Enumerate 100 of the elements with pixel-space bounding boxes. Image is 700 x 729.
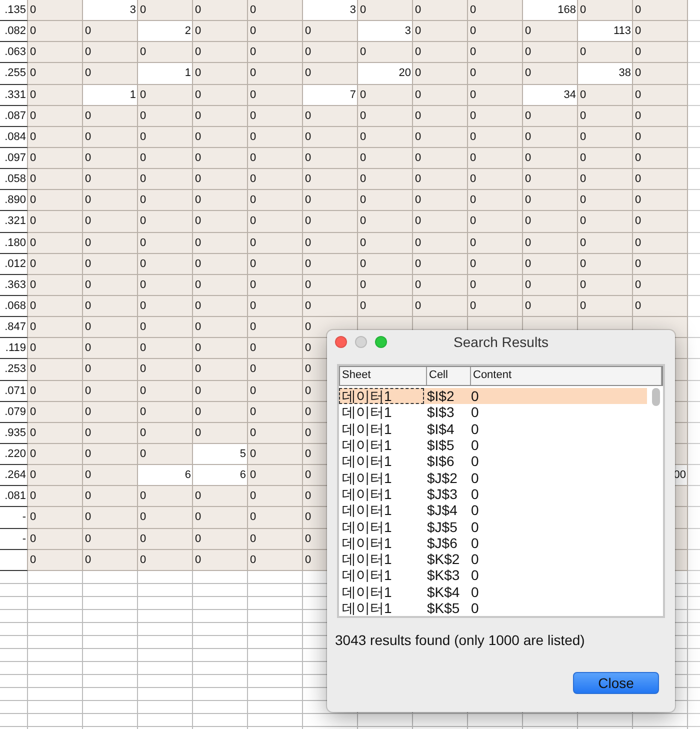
- table-cell: 0: [138, 528, 193, 550]
- table-cell: 0: [413, 169, 468, 190]
- table-cell: 0: [358, 42, 413, 64]
- table-cell: 0: [248, 444, 303, 466]
- table-cell: 34: [523, 84, 578, 106]
- table-cell: 0: [248, 274, 303, 296]
- table-cell: 0: [28, 148, 83, 170]
- table-cell: 0: [468, 190, 523, 212]
- column-header[interactable]: Content: [471, 367, 662, 385]
- result-row[interactable]: 데이터1 $I$2 0: [339, 388, 647, 404]
- table-cell: 0: [28, 528, 83, 550]
- table-cell: 0: [83, 317, 138, 338]
- table-cell: .082: [0, 21, 28, 42]
- table-cell: 0: [193, 232, 248, 254]
- table-cell: 0: [468, 296, 523, 318]
- table-cell: 0: [523, 254, 578, 275]
- table-cell: 0: [193, 528, 248, 550]
- table-cell: 0: [138, 444, 193, 466]
- table-cell: 0: [193, 106, 248, 127]
- column-header[interactable]: Sheet: [340, 367, 427, 385]
- result-row[interactable]: 데이터1 $K$4 0: [339, 584, 647, 600]
- table-cell: 0: [248, 422, 303, 444]
- table-cell: 0: [248, 296, 303, 318]
- table-cell: 0: [138, 507, 193, 529]
- column-header[interactable]: Cell: [427, 367, 471, 385]
- table-cell: 0: [303, 211, 358, 233]
- table-cell: 0: [138, 232, 193, 254]
- table-cell: 0: [633, 126, 688, 148]
- table-cell: 0: [303, 148, 358, 170]
- table-cell: 0: [358, 190, 413, 212]
- table-cell: 0: [83, 402, 138, 423]
- table-cell: 0: [358, 126, 413, 148]
- table-cell: 0: [193, 211, 248, 233]
- table-cell: 0: [468, 232, 523, 254]
- table-cell: 0: [248, 486, 303, 508]
- table-cell: 0: [28, 380, 83, 402]
- table-cell: 0: [578, 169, 633, 190]
- table-cell: 0: [28, 550, 83, 571]
- table-cell: 0: [83, 169, 138, 190]
- table-cell: 0: [523, 106, 578, 127]
- table-cell: 0: [138, 338, 193, 360]
- table-cell: 1: [83, 84, 138, 106]
- table-cell: .253: [0, 359, 28, 381]
- table-cell: 6: [138, 465, 193, 486]
- table-cell: 0: [28, 465, 83, 486]
- table-cell: 0: [248, 211, 303, 233]
- table-cell: 0: [303, 232, 358, 254]
- table-cell: 0: [358, 254, 413, 275]
- table-cell: 0: [193, 338, 248, 360]
- table-cell: 0: [193, 296, 248, 318]
- table-cell: 0: [358, 84, 413, 106]
- table-cell: 0: [248, 148, 303, 170]
- table-cell: 0: [578, 126, 633, 148]
- table-cell: 0: [413, 296, 468, 318]
- table-cell: 0: [193, 274, 248, 296]
- table-cell: 0: [248, 528, 303, 550]
- table-cell: 1: [138, 63, 193, 85]
- table-cell: 0: [578, 232, 633, 254]
- table-cell: 0: [248, 169, 303, 190]
- table-cell: .079: [0, 402, 28, 423]
- table-cell: .180: [0, 232, 28, 254]
- table-cell: 0: [633, 42, 688, 64]
- table-cell: .084: [0, 126, 28, 148]
- table-cell: 0: [138, 42, 193, 64]
- table-cell: 0: [413, 42, 468, 64]
- table-cell: 0: [248, 190, 303, 212]
- table-cell: 0: [303, 254, 358, 275]
- table-cell: 0: [83, 296, 138, 318]
- table-cell: 0: [413, 84, 468, 106]
- table-cell: 0: [523, 274, 578, 296]
- table-cell: .081: [0, 486, 28, 508]
- table-cell: -: [0, 507, 28, 529]
- result-row[interactable]: 데이터1 $K$5 0: [339, 600, 647, 616]
- table-cell: 0: [83, 338, 138, 360]
- table-cell: 0: [28, 21, 83, 42]
- table-cell: 0: [83, 254, 138, 275]
- table-cell: 0: [413, 190, 468, 212]
- table-cell: 0: [193, 84, 248, 106]
- table-cell: 3: [303, 0, 358, 22]
- table-cell: 0: [413, 63, 468, 85]
- table-cell: 0: [193, 380, 248, 402]
- table-cell: 0: [28, 232, 83, 254]
- table-cell: .847: [0, 317, 28, 338]
- table-cell: 0: [193, 148, 248, 170]
- table-cell: 0: [578, 106, 633, 127]
- table-cell: 0: [138, 84, 193, 106]
- table-cell: 0: [138, 106, 193, 127]
- table-cell: 0: [358, 211, 413, 233]
- window-title: Search Results: [452, 334, 550, 350]
- table-cell: 0: [193, 190, 248, 212]
- table-cell: 0: [193, 126, 248, 148]
- table-cell: 0: [138, 422, 193, 444]
- table-cell: 0: [523, 126, 578, 148]
- table-cell: 0: [358, 169, 413, 190]
- table-cell: 0: [193, 21, 248, 42]
- close-button[interactable]: Close: [573, 672, 659, 694]
- table-cell: 0: [523, 21, 578, 42]
- table-cell: 0: [28, 317, 83, 338]
- table-cell: 0: [358, 232, 413, 254]
- table-cell: 0: [83, 21, 138, 42]
